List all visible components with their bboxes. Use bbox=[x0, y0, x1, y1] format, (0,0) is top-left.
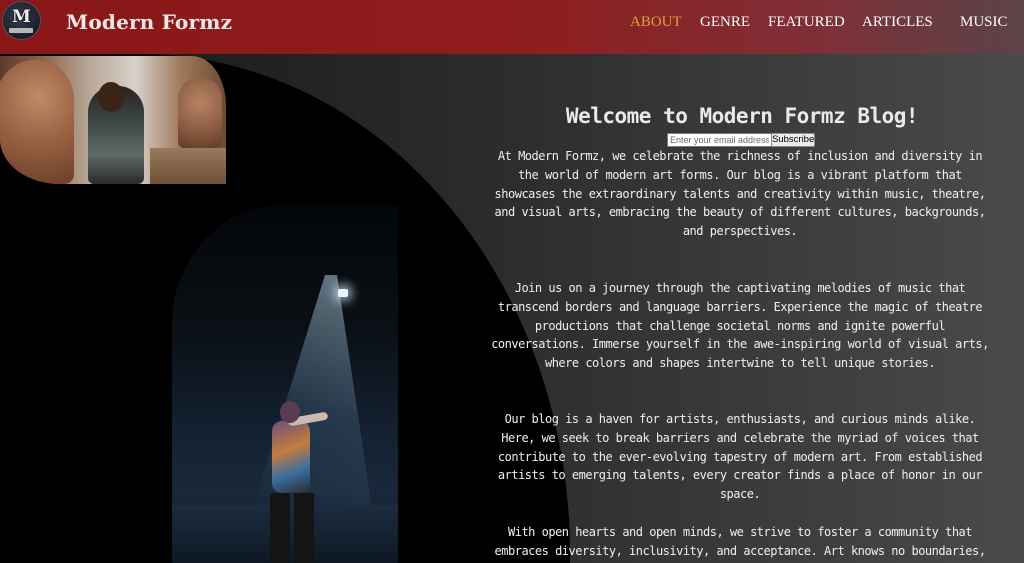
subscribe-button[interactable]: Subscribe bbox=[771, 133, 815, 147]
stage-dancer-image bbox=[172, 205, 398, 563]
logo-letter: M bbox=[12, 7, 31, 27]
nav-genre[interactable]: GENRE bbox=[700, 14, 750, 31]
dancer-figure bbox=[266, 401, 329, 563]
workbench bbox=[150, 148, 226, 184]
page-title: Welcome to Modern Formz Blog! bbox=[565, 104, 919, 128]
email-input[interactable] bbox=[667, 133, 772, 147]
logo-bar bbox=[9, 28, 33, 33]
sculptor-head bbox=[98, 82, 124, 112]
brand-name[interactable]: Modern Formz bbox=[66, 10, 232, 34]
nav-articles[interactable]: ARTICLES bbox=[862, 14, 933, 31]
sculptor-workshop-image bbox=[0, 56, 226, 184]
site-header: M Modern Formz ABOUT GENRE FEATURED ARTI… bbox=[0, 0, 1024, 54]
bust-sculpture bbox=[0, 60, 74, 184]
intro-paragraph-4: With open hearts and open minds, we stri… bbox=[494, 525, 986, 558]
intro-paragraph-3: Our blog is a haven for artists, enthusi… bbox=[497, 412, 983, 502]
intro-paragraph-1: At Modern Formz, we celebrate the richne… bbox=[494, 149, 986, 239]
site-logo[interactable]: M bbox=[2, 1, 41, 40]
nav-featured[interactable]: FEATURED bbox=[768, 14, 845, 31]
nav-about[interactable]: ABOUT bbox=[630, 14, 682, 31]
intro-paragraph-2: Join us on a journey through the captiva… bbox=[491, 281, 989, 371]
spotlight bbox=[338, 289, 348, 297]
nav-music[interactable]: MUSIC bbox=[960, 14, 1008, 31]
bust-sculpture-background bbox=[178, 78, 222, 148]
